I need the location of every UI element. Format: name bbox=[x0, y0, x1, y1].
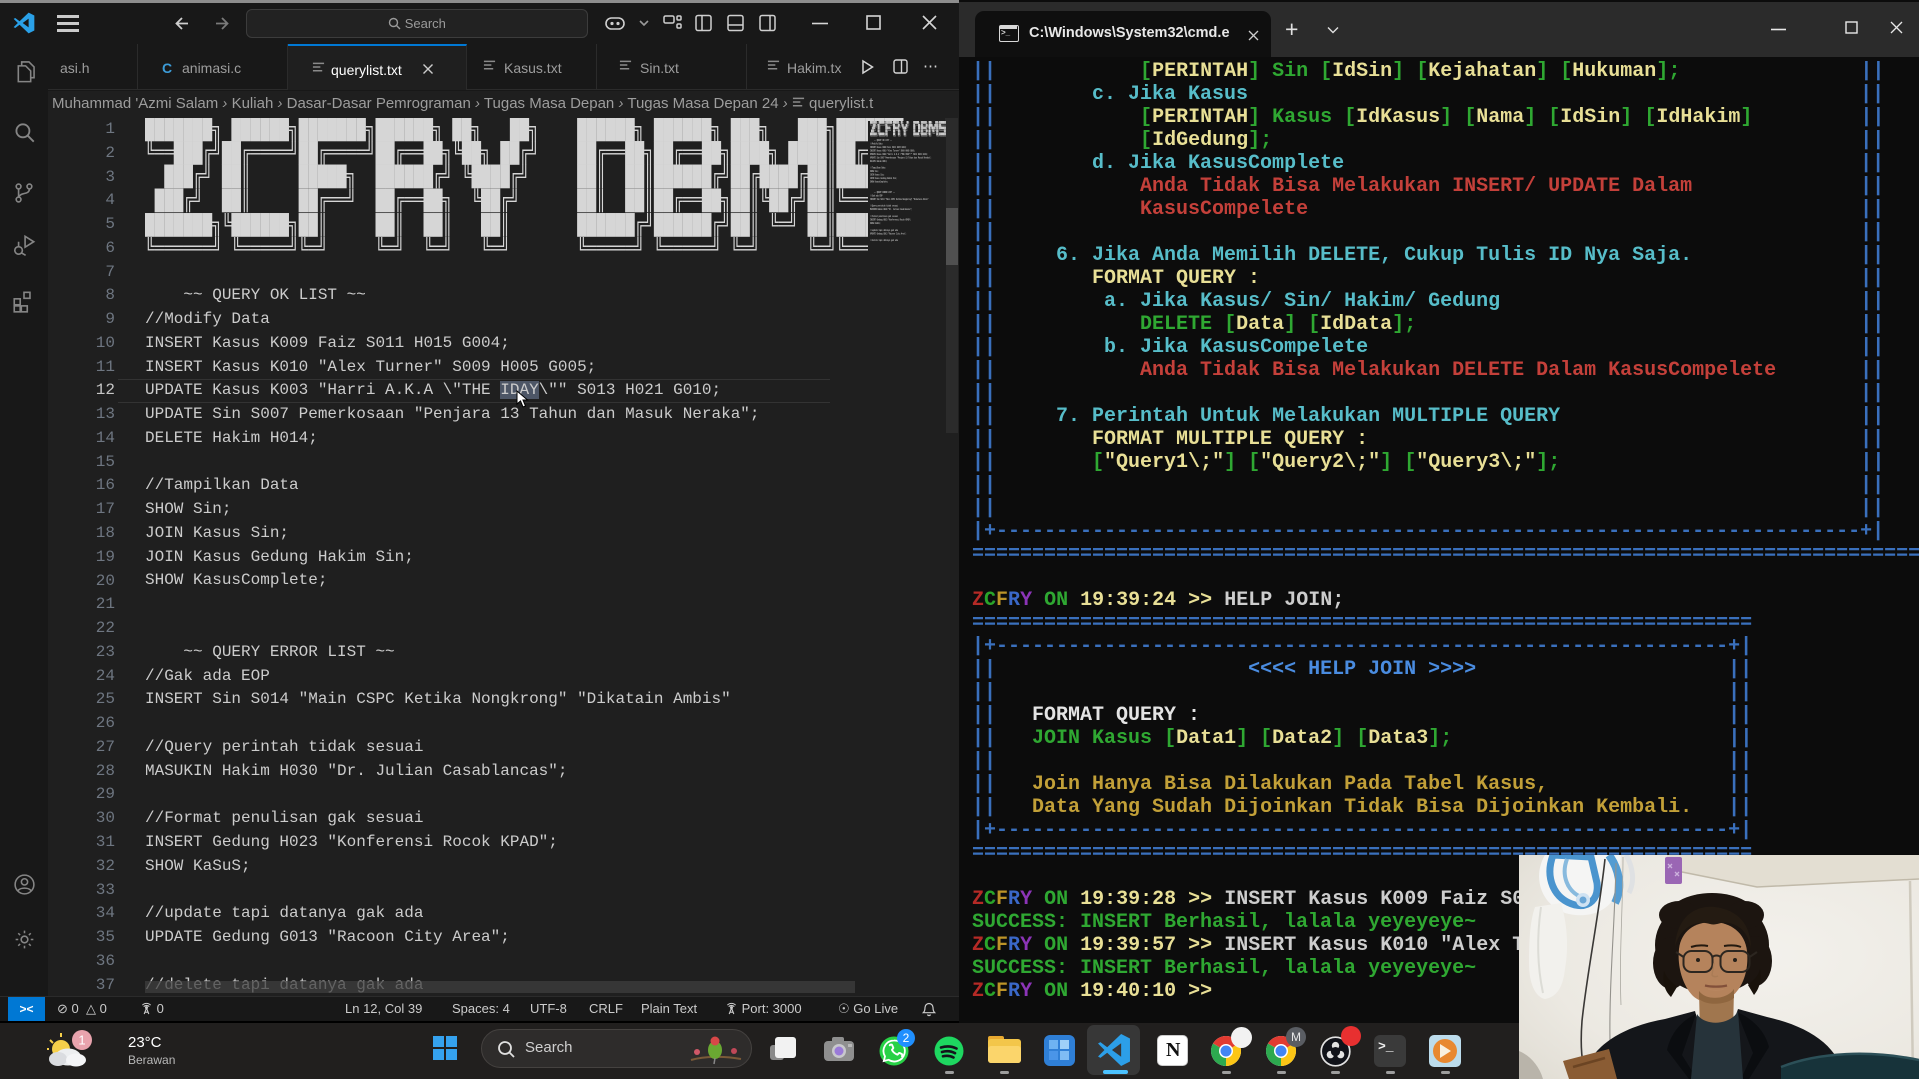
svg-text:1: 1 bbox=[78, 1033, 85, 1048]
